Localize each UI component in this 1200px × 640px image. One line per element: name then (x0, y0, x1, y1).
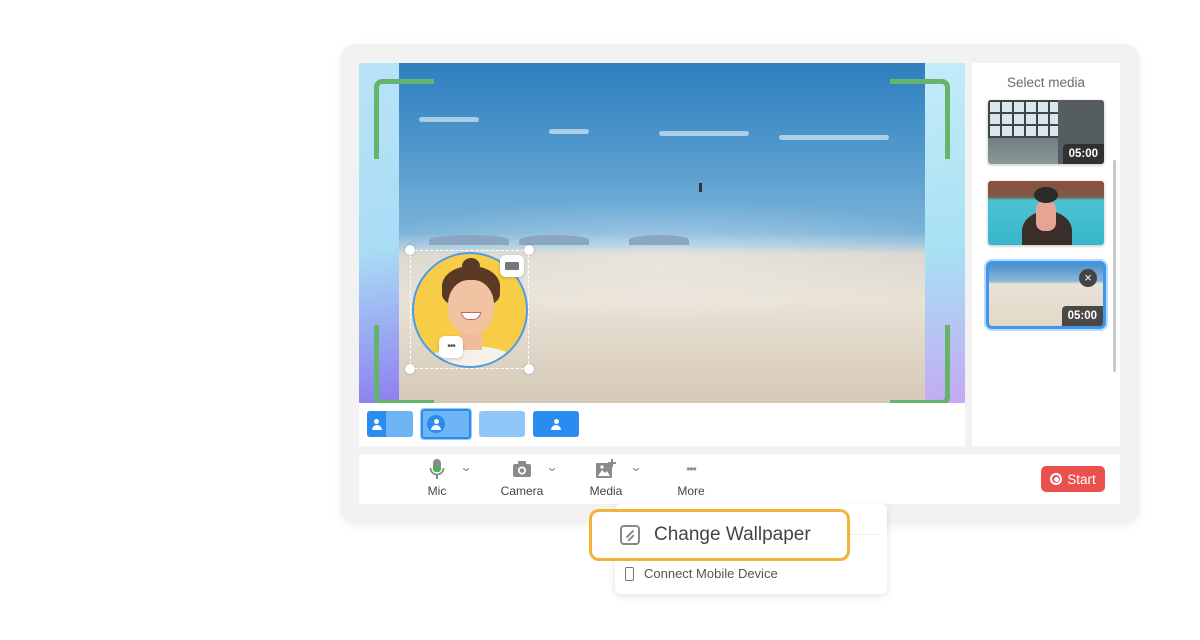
camera-button[interactable]: Camera (492, 458, 552, 498)
layout-split-left[interactable] (367, 411, 413, 437)
media-thumb-desert-selected[interactable]: × 05:00 (986, 261, 1106, 329)
media-button[interactable]: Media (576, 458, 636, 498)
duration-badge: 05:00 (1061, 306, 1103, 326)
more-dots-icon: ••• (447, 341, 455, 352)
frame-corner-top-left (374, 79, 434, 159)
menu-item-change-wallpaper[interactable]: Change Wallpaper (589, 509, 850, 561)
person-icon (371, 418, 382, 430)
mic-chevron-down-icon[interactable]: ⌄ (459, 460, 472, 474)
more-dots-icon: ••• (686, 462, 697, 476)
stage-card: ••• (359, 63, 965, 446)
menu-item-connect-mobile-device[interactable]: Connect Mobile Device (625, 566, 778, 581)
microphone-icon (429, 459, 445, 479)
start-recording-button[interactable]: Start (1041, 466, 1105, 492)
camera-label: Camera (500, 484, 544, 498)
mountain (429, 235, 509, 245)
resize-handle-bottom-right[interactable] (524, 364, 534, 374)
camera-chevron-down-icon[interactable]: ⌄ (545, 460, 558, 474)
cloud (779, 135, 889, 140)
mic-label: Mic (427, 484, 447, 498)
avatar-options-button[interactable]: ••• (439, 336, 463, 358)
media-chevron-down-icon[interactable]: ⌄ (629, 460, 642, 474)
sidebar-scrollbar[interactable] (1113, 160, 1116, 372)
media-sidebar: Select media 05:00 × 05:00 (972, 63, 1120, 446)
cloud (549, 129, 589, 134)
media-thumb-window-room[interactable]: 05:00 (988, 100, 1104, 164)
paddler-graphic (1036, 201, 1056, 231)
remove-media-close-icon[interactable]: × (1079, 269, 1097, 287)
media-label: Media (589, 484, 623, 498)
mic-button[interactable]: Mic (407, 458, 467, 498)
hat-graphic (1034, 187, 1058, 203)
connect-mobile-label: Connect Mobile Device (644, 566, 778, 581)
layout-empty[interactable] (479, 411, 525, 437)
window-graphic (988, 100, 1058, 138)
avatar-face (448, 280, 494, 334)
avatar-hair-bun (462, 258, 480, 274)
layout-circle-avatar[interactable] (421, 409, 471, 439)
layout-centered-person[interactable] (533, 411, 579, 437)
keyboard-chip-button[interactable] (500, 255, 524, 277)
more-button[interactable]: ••• More (661, 458, 721, 498)
more-label: More (677, 484, 705, 498)
video-stage[interactable]: ••• (359, 63, 965, 403)
person-icon (551, 418, 561, 430)
sidebar-title: Select media (1006, 75, 1086, 90)
frame-corner-top-right (890, 79, 950, 159)
start-label: Start (1067, 471, 1096, 487)
resize-handle-bottom-left[interactable] (405, 364, 415, 374)
keyboard-icon (505, 262, 519, 270)
change-wallpaper-label: Change Wallpaper (654, 524, 811, 545)
control-toolbar: Mic ⌄ Camera ⌄ Media ⌄ ••• More Start (359, 454, 1120, 504)
mobile-phone-icon (625, 566, 634, 581)
studio-window: ••• Select media 05:00 × 05:00 Mic ⌄ Cam… (340, 44, 1140, 524)
frame-corner-bottom-right (890, 325, 950, 403)
duration-badge: 05:00 (1062, 144, 1104, 164)
add-image-icon (596, 459, 616, 478)
distant-hiker (699, 183, 702, 192)
resize-handle-top-right[interactable] (524, 245, 534, 255)
layout-picker (367, 409, 579, 439)
mountain (629, 235, 689, 245)
media-thumb-kayak[interactable] (988, 181, 1104, 245)
resize-handle-top-left[interactable] (405, 245, 415, 255)
cloud (659, 131, 749, 136)
wallpaper-icon (620, 525, 640, 545)
mountain (519, 235, 589, 245)
person-icon (431, 418, 441, 430)
camera-icon (513, 461, 531, 477)
record-icon (1050, 473, 1063, 485)
